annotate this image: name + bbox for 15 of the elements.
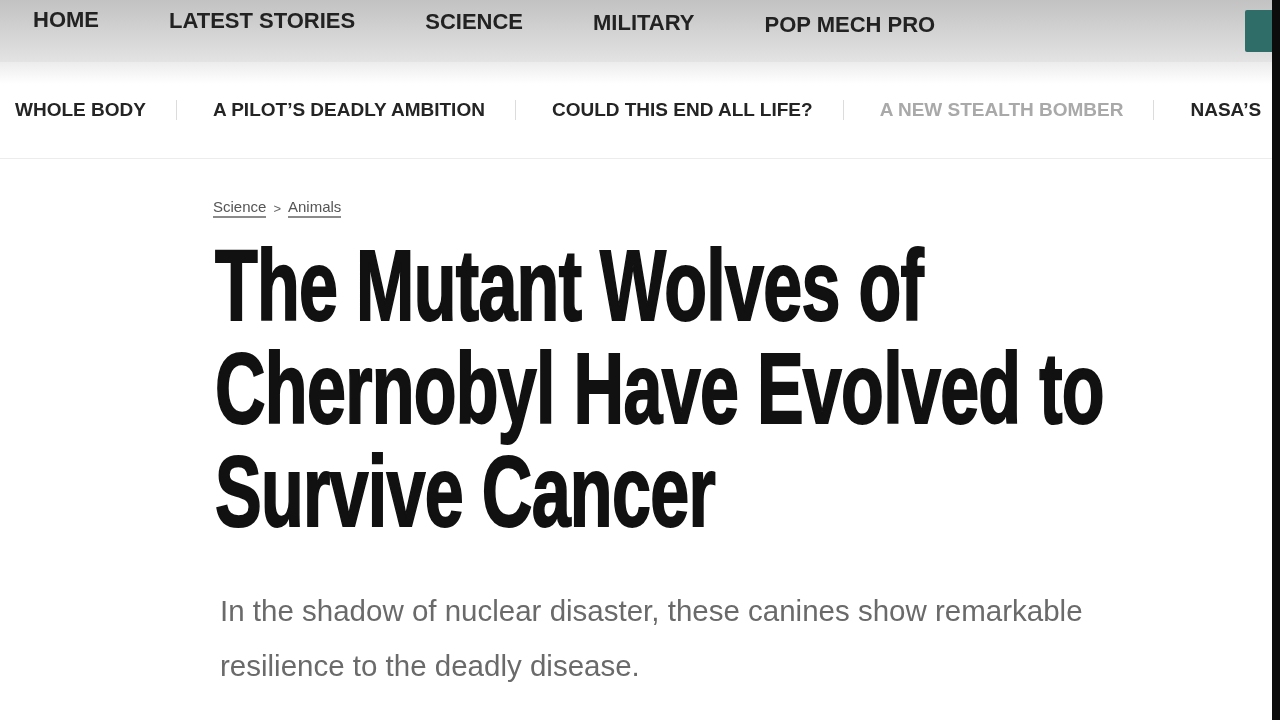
nav-link[interactable]: HOME [33,7,99,33]
trending-link[interactable]: A PILOT’S DEADLY AMBITION [212,98,485,122]
breadcrumb-link[interactable]: Animals [287,198,342,218]
trending-link[interactable]: NASA’S [1190,98,1262,122]
article-title: The Mutant Wolves of Chernobyl Have Evolved to Survive Cancer [215,234,1105,543]
nav-link[interactable]: LATEST STORIES [169,8,356,34]
nav-link[interactable]: MILITARY [593,10,695,36]
nav-link[interactable]: POP MECH PRO [764,12,936,38]
trending-link[interactable]: COULD THIS END ALL LIFE? [551,98,813,122]
trending-link[interactable]: WHOLE BODY [15,98,146,122]
breadcrumb-link[interactable]: Science [213,198,267,218]
breadcrumb-separator: > [273,200,281,216]
article-subtitle: In the shadow of nuclear disaster, these canines show remarkable resilience to the deadly disease. [220,593,1084,684]
nav-link[interactable]: SCIENCE [425,9,523,35]
header-button[interactable] [1245,10,1272,52]
